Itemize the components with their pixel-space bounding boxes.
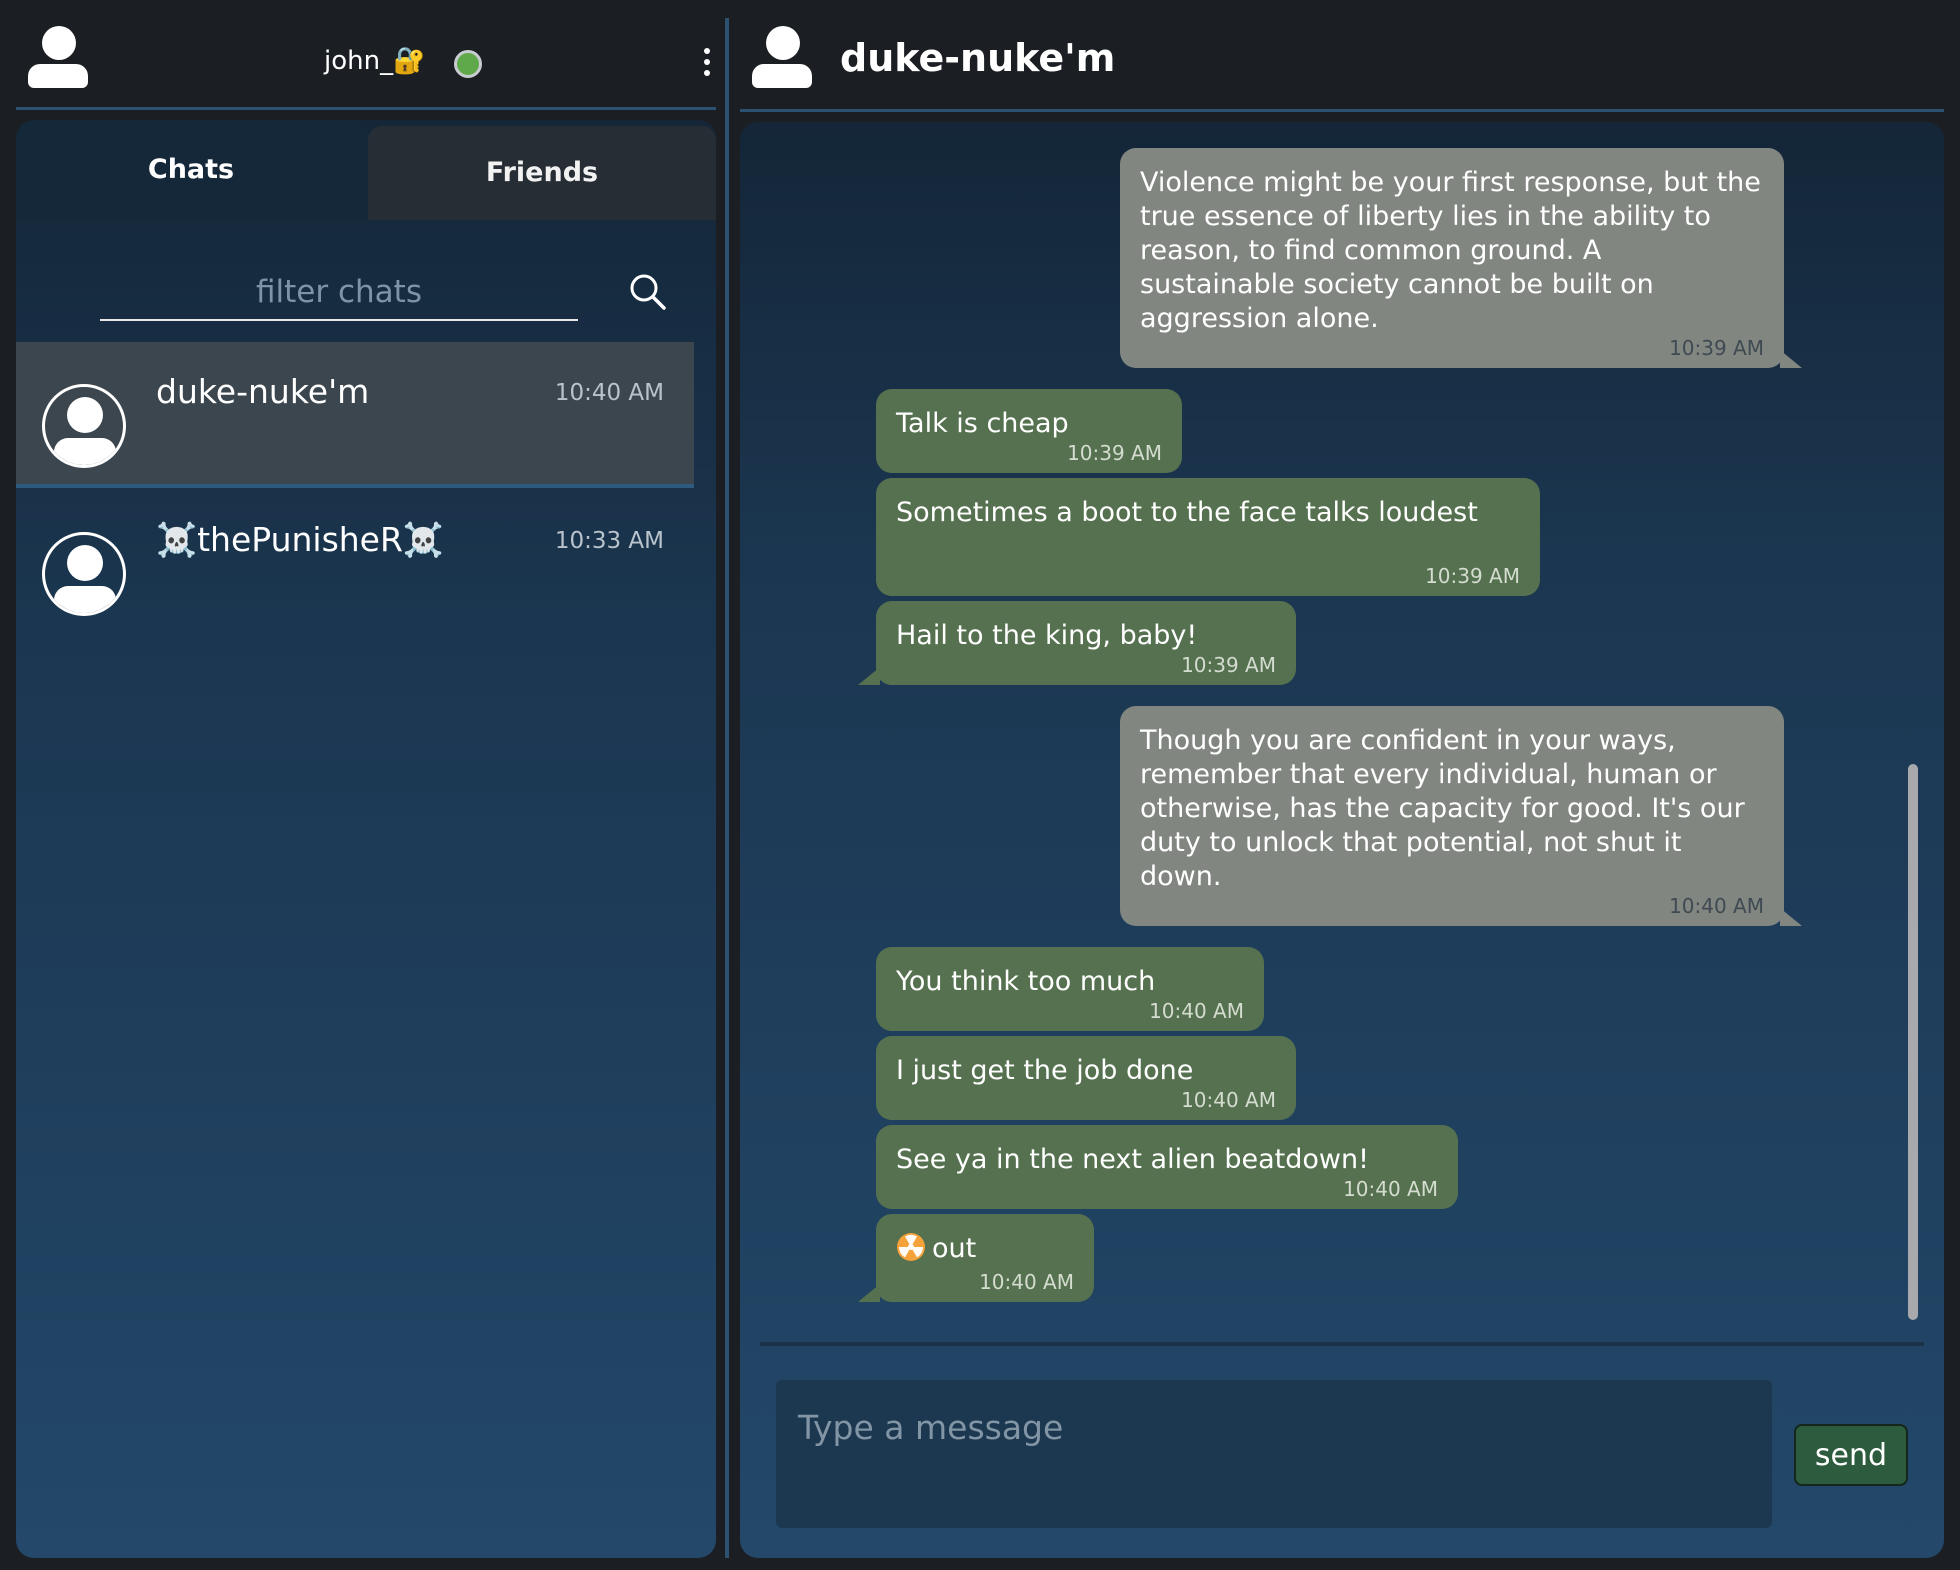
message-text: See ya in the next alien beatdown! — [896, 1144, 1369, 1175]
panel-divider — [725, 18, 729, 1558]
message-text: out — [932, 1233, 977, 1264]
message-bubble-incoming: I just get the job done 10:40 AM — [876, 1036, 1296, 1120]
composer-divider — [760, 1342, 1924, 1346]
message-text: Violence might be your first response, b… — [1140, 167, 1761, 334]
message-time: 10:39 AM — [1067, 441, 1162, 465]
message-time: 10:39 AM — [1425, 564, 1520, 588]
message-text: Though you are confident in your ways, r… — [1140, 725, 1745, 892]
my-avatar-icon[interactable] — [26, 26, 90, 96]
message-bubble-incoming: Hail to the king, baby! 10:39 AM — [858, 601, 1296, 685]
send-button[interactable]: send — [1794, 1424, 1908, 1486]
peer-avatar-icon[interactable] — [750, 26, 814, 96]
message-time: 10:40 AM — [979, 1270, 1074, 1294]
message-time: 10:40 AM — [1181, 1088, 1276, 1112]
message-text: I just get the job done — [896, 1055, 1194, 1086]
message-bubble-incoming: Sometimes a boot to the face talks loude… — [876, 478, 1540, 596]
message-text: Hail to the king, baby! — [896, 620, 1198, 651]
message-time: 10:40 AM — [1149, 999, 1244, 1023]
chat-name: ☠️thePunisheR☠️ — [156, 520, 444, 559]
filter-chats-input[interactable] — [100, 265, 578, 319]
chat-time: 10:40 AM — [554, 380, 664, 406]
message-text: You think too much — [896, 966, 1156, 997]
message-text-with-icon: out — [896, 1232, 1074, 1266]
conversation-panel: Violence might be your first response, b… — [740, 122, 1944, 1558]
message-scrollbar[interactable] — [1908, 764, 1918, 1320]
user-header: john_🔐 — [16, 0, 716, 110]
chat-app: john_🔐 Chats Friends duke-nuke'm 10:40 A… — [0, 0, 1960, 1570]
avatar-icon — [42, 384, 126, 468]
chat-time: 10:33 AM — [554, 528, 664, 554]
message-bubble-incoming: See ya in the next alien beatdown! 10:40… — [876, 1125, 1458, 1209]
message-bubble-incoming: Talk is cheap 10:39 AM — [876, 389, 1182, 473]
online-status-icon — [454, 50, 482, 78]
search-icon[interactable] — [628, 272, 668, 312]
avatar-icon — [42, 532, 126, 616]
peer-name: duke-nuke'm — [840, 36, 1116, 80]
chat-list-item[interactable]: ☠️thePunisheR☠️ 10:33 AM — [16, 490, 694, 636]
message-time: 10:40 AM — [1343, 1177, 1438, 1201]
chat-list-item[interactable]: duke-nuke'm 10:40 AM — [16, 342, 694, 488]
filter-field — [100, 265, 578, 321]
message-input[interactable] — [776, 1380, 1772, 1528]
more-options-icon[interactable] — [702, 48, 712, 82]
tab-bar: Chats Friends — [16, 120, 716, 220]
radioactive-icon — [897, 1233, 925, 1261]
message-time: 10:39 AM — [1669, 336, 1764, 360]
message-text: Sometimes a boot to the face talks loude… — [896, 497, 1478, 528]
message-text: Talk is cheap — [896, 408, 1069, 439]
message-time: 10:40 AM — [1669, 894, 1764, 918]
conversation-header: duke-nuke'm — [740, 0, 1944, 112]
chat-list-panel: Chats Friends duke-nuke'm 10:40 AM ☠️the… — [16, 120, 716, 1558]
tab-chats[interactable]: Chats — [16, 120, 366, 220]
message-composer — [776, 1380, 1772, 1528]
message-bubble-outgoing: Though you are confident in your ways, r… — [1120, 706, 1802, 926]
message-time: 10:39 AM — [1181, 653, 1276, 677]
message-bubble-incoming: You think too much 10:40 AM — [876, 947, 1264, 1031]
message-bubble-incoming: out 10:40 AM — [858, 1214, 1094, 1302]
message-bubble-outgoing: Violence might be your first response, b… — [1120, 148, 1802, 368]
chat-name: duke-nuke'm — [156, 372, 370, 411]
tab-friends[interactable]: Friends — [368, 126, 716, 220]
username: john_🔐 — [324, 46, 426, 76]
